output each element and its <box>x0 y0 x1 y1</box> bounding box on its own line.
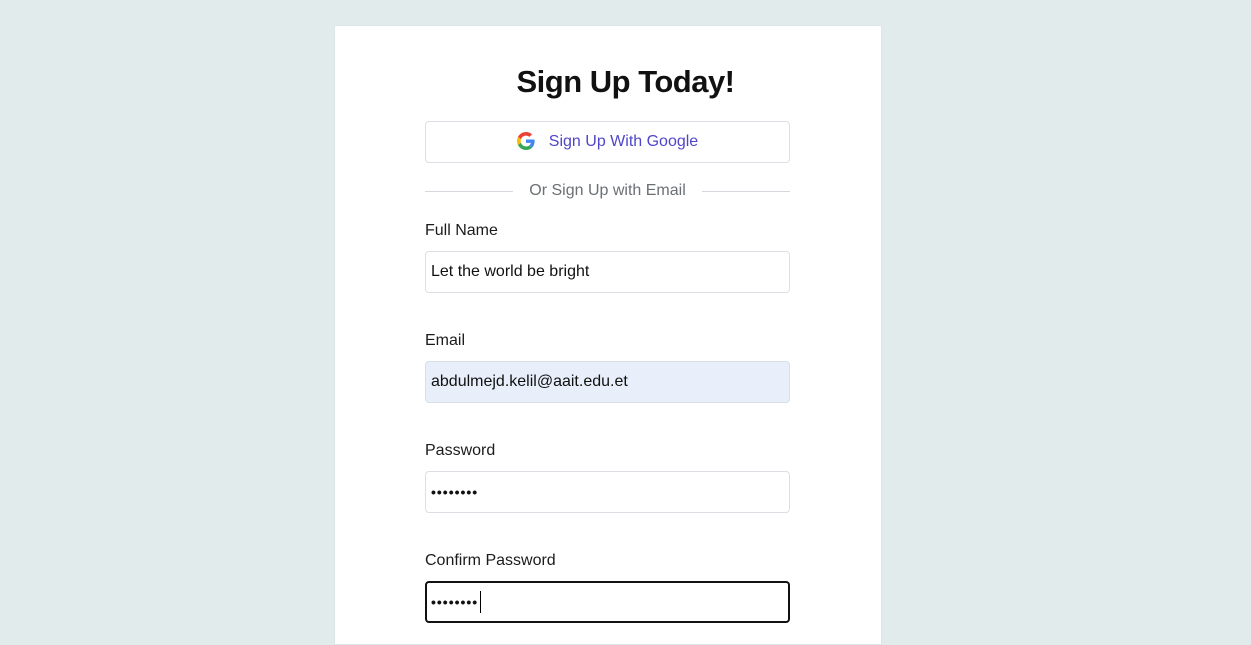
confirm-password-value: •••••••• <box>431 594 479 610</box>
divider-text: Or Sign Up with Email <box>529 182 686 199</box>
divider-line-right <box>701 190 790 192</box>
google-logo-icon <box>516 132 535 150</box>
page-title: Sign Up Today! <box>516 64 735 99</box>
password-input[interactable]: •••••••• <box>425 471 790 513</box>
google-signup-label: Sign Up With Google <box>548 133 699 150</box>
full-name-label: Full Name <box>425 222 498 239</box>
password-value: •••••••• <box>431 484 479 500</box>
text-caret <box>480 591 482 613</box>
google-signup-button[interactable]: Sign Up With Google <box>425 121 790 163</box>
confirm-password-label: Confirm Password <box>425 552 556 569</box>
full-name-value: Let the world be bright <box>431 263 590 280</box>
password-label: Password <box>425 442 496 459</box>
confirm-password-input[interactable]: •••••••• <box>425 581 790 623</box>
email-label: Email <box>425 332 466 349</box>
email-input[interactable]: abdulmejd.kelil@aait.edu.et <box>425 361 790 403</box>
email-value: abdulmejd.kelil@aait.edu.et <box>431 373 628 390</box>
email-divider: Or Sign Up with Email <box>425 180 790 202</box>
signup-card <box>334 25 882 645</box>
divider-line-left <box>425 190 514 192</box>
full-name-input[interactable]: Let the world be bright <box>425 251 790 293</box>
